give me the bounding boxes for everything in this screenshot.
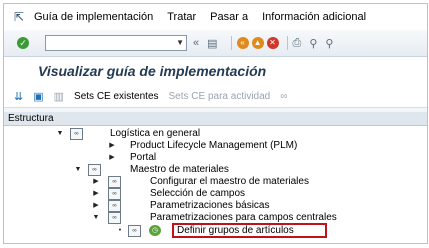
page-title: Visualizar guía de implementación [38, 63, 267, 79]
highlight-box [172, 223, 327, 238]
node-icon: ∞ [108, 176, 121, 188]
print-icon[interactable]: ⎙ [293, 37, 302, 50]
menu-tratar[interactable]: Tratar [167, 11, 196, 23]
tree-header: Estructura [4, 112, 427, 126]
menu-bar: ⇱ Guía de implementación Tratar Pasar a … [4, 4, 427, 30]
menu-pasar-a[interactable]: Pasar a [210, 11, 248, 23]
node-icon: ∞ [108, 188, 121, 200]
double-chevron-left-icon[interactable]: « [193, 37, 199, 49]
node-icon: ∞ [108, 212, 121, 224]
collapsed-icon[interactable]: ▶ [92, 176, 100, 188]
collapsed-icon[interactable]: ▶ [108, 152, 116, 164]
node-icon: ∞ [108, 200, 121, 212]
folder-icon[interactable]: ▥ [54, 90, 64, 103]
back-icon[interactable]: « [236, 37, 249, 49]
expand-all-icon[interactable]: ⇊ [14, 90, 23, 103]
expanded-icon[interactable]: ▼ [74, 164, 82, 176]
menu-informacion-adicional[interactable]: Información adicional [262, 11, 366, 23]
execute-clock-icon[interactable]: ◷ [149, 225, 161, 236]
glasses-icon[interactable]: ∞ [280, 91, 287, 102]
save-icon[interactable]: ▤ [207, 37, 217, 50]
application-toolbar: ⇊ ▣ ▥ Sets CE existentes Sets CE para ac… [4, 85, 427, 108]
exit-icon[interactable]: ⇱ [4, 10, 34, 24]
node-icon: ∞ [128, 225, 141, 237]
sets-ce-actividad-button[interactable]: Sets CE para actividad [169, 91, 271, 102]
enter-check-icon[interactable]: ✓ [17, 37, 29, 49]
title-bar: Visualizar guía de implementación [4, 57, 427, 85]
bullet-icon: • [118, 227, 122, 234]
node-icon: ∞ [70, 128, 83, 140]
exit-icon[interactable]: ▲ [251, 37, 264, 49]
node-icon: ∞ [88, 164, 101, 176]
sets-ce-existentes-button[interactable]: Sets CE existentes [74, 91, 158, 102]
chevron-down-icon[interactable]: ▼ [176, 36, 184, 50]
menu-guia-implementacion[interactable]: Guía de implementación [34, 11, 153, 23]
toolbar-separator [230, 36, 232, 50]
sap-window: ⇱ Guía de implementación Tratar Pasar a … [3, 3, 428, 244]
expanded-icon[interactable]: ▼ [92, 212, 100, 224]
expanded-icon[interactable]: ▼ [56, 128, 64, 140]
cancel-icon[interactable]: ✕ [266, 37, 279, 49]
find-icon[interactable]: ⚲ [309, 37, 317, 50]
collapsed-icon[interactable]: ▶ [92, 200, 100, 212]
select-icon[interactable]: ▣ [33, 90, 43, 103]
find-next-icon[interactable]: ⚲ [325, 37, 333, 50]
toolbar-separator [286, 36, 288, 50]
command-field[interactable]: ▼ [45, 35, 187, 51]
standard-toolbar: ✓ ▼ « ▤ « ▲ ✕ ⎙ ⚲ ⚲ [4, 30, 427, 57]
collapsed-icon[interactable]: ▶ [108, 140, 116, 152]
collapsed-icon[interactable]: ▶ [92, 188, 100, 200]
